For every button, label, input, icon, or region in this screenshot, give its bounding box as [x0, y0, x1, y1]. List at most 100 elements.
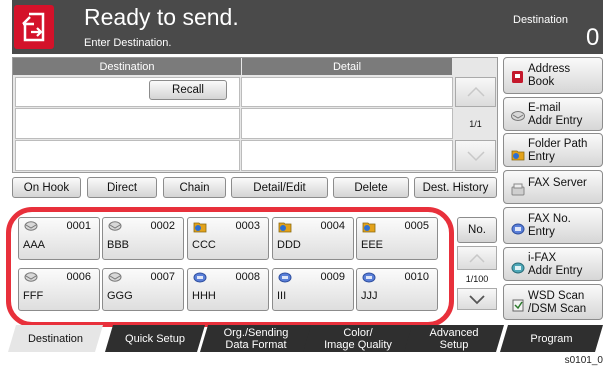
page-subtitle: Enter Destination. — [84, 37, 172, 49]
email-entry-label-line2: Addr Entry — [528, 115, 583, 127]
fax-icon — [511, 223, 525, 235]
one-touch-key-number: 0010 — [404, 271, 429, 283]
one-touch-key[interactable]: 0008 HHH — [187, 268, 269, 311]
address-book-button[interactable]: Address Book — [503, 57, 603, 94]
column-header-destination: Destination — [13, 58, 241, 75]
tab-quick-setup[interactable]: Quick Setup — [105, 325, 205, 352]
table-row-detail[interactable] — [241, 77, 453, 107]
chevron-down-icon — [469, 294, 485, 304]
wsd-scan-label-line1: WSD Scan — [528, 290, 585, 302]
one-touch-key-number: 0004 — [320, 220, 345, 232]
email-entry-label-line1: E-mail — [528, 102, 561, 114]
fax-icon — [193, 272, 207, 286]
ifax-label-line1: i-FAX — [528, 252, 557, 264]
table-page-indicator: 1/1 — [469, 118, 482, 129]
one-touch-key-number: 0002 — [150, 220, 175, 232]
one-touch-key-number: 0005 — [404, 220, 429, 232]
one-touch-key-number: 0001 — [66, 220, 91, 232]
one-touch-key-name: AAA — [23, 239, 46, 251]
email-icon — [24, 272, 38, 285]
onetouch-scroll-down-button[interactable] — [457, 288, 497, 310]
table-row-detail[interactable] — [241, 140, 453, 171]
address-book-label-line1: Address — [528, 63, 571, 75]
one-touch-key-name: BBB — [107, 239, 130, 251]
tab-org-sending-data-format[interactable]: Org./Sending Data Format — [200, 325, 312, 352]
destination-table: Destination Detail Recall 1/1 — [12, 57, 498, 173]
one-touch-key[interactable]: 0007 GGG — [102, 268, 184, 311]
fax-number-label-line1: FAX No. — [528, 213, 571, 225]
onetouch-scroll-up-button[interactable] — [457, 246, 497, 270]
ifax-label-line2: Addr Entry — [528, 265, 583, 277]
figure-id: s0101_0 — [564, 355, 603, 366]
folder-icon — [362, 221, 376, 236]
one-touch-key-number: 0007 — [150, 271, 175, 283]
one-touch-key-number: 0008 — [235, 271, 260, 283]
chevron-down-icon — [466, 150, 485, 161]
send-icon — [22, 12, 45, 42]
email-icon — [108, 221, 122, 234]
chevron-up-icon — [469, 253, 485, 263]
one-touch-key[interactable]: 0003 CCC — [187, 217, 269, 260]
wsd-scan-icon — [512, 299, 524, 312]
one-touch-key[interactable]: 0005 EEE — [356, 217, 438, 260]
folder-path-label-line1: Folder Path — [528, 138, 588, 150]
fax-number-label-line2: Entry — [528, 226, 555, 238]
one-touch-key-name: III — [277, 290, 287, 302]
delete-button[interactable]: Delete — [333, 177, 409, 198]
recall-button[interactable]: Recall — [149, 80, 227, 100]
email-icon — [511, 111, 525, 121]
one-touch-key[interactable]: 0006 FFF — [18, 268, 100, 311]
ifax-entry-button[interactable]: i-FAX Addr Entry — [503, 247, 603, 281]
one-touch-key-name: HHH — [192, 290, 216, 302]
chevron-up-icon — [466, 86, 485, 97]
fax-icon — [278, 272, 292, 286]
table-scroll-up-button[interactable] — [455, 77, 496, 107]
one-touch-key-name: CCC — [192, 239, 216, 251]
one-touch-key[interactable]: 0001 AAA — [18, 217, 100, 260]
one-touch-key-number: 0006 — [66, 271, 91, 283]
tab-color-image-quality[interactable]: Color/ Image Quality — [303, 325, 413, 352]
fax-icon — [362, 272, 376, 286]
fax-number-entry-button[interactable]: FAX No. Entry — [503, 207, 603, 244]
destination-count: 0 — [586, 24, 600, 51]
one-touch-key-name: FFF — [23, 290, 44, 302]
wsd-scan-label-line2: /DSM Scan — [528, 303, 587, 315]
email-entry-button[interactable]: E-mail Addr Entry — [503, 97, 603, 131]
number-button[interactable]: No. — [457, 217, 497, 243]
onetouch-page-indicator: 1/100 — [465, 274, 489, 284]
tab-program[interactable]: Program — [500, 325, 603, 352]
table-row-detail[interactable] — [241, 108, 453, 139]
ifax-icon — [511, 262, 525, 274]
one-touch-key-number: 0003 — [235, 220, 260, 232]
one-touch-key-name: DDD — [277, 239, 301, 251]
folder-icon — [511, 150, 525, 161]
page-title: Ready to send. — [84, 4, 239, 30]
folder-path-label-line2: Entry — [528, 151, 555, 163]
folder-icon — [278, 221, 292, 236]
folder-path-entry-button[interactable]: Folder Path Entry — [503, 133, 603, 167]
detail-edit-button[interactable]: Detail/Edit — [231, 177, 328, 198]
tab-advanced-setup[interactable]: Advanced Setup — [404, 325, 504, 352]
send-home-button[interactable] — [14, 5, 54, 49]
one-touch-key-number: 0009 — [320, 271, 345, 283]
table-row-destination[interactable] — [15, 140, 240, 171]
fax-server-label: FAX Server — [528, 177, 587, 189]
one-touch-key[interactable]: 0009 III — [272, 268, 354, 311]
destination-count-label: Destination — [513, 14, 569, 26]
tab-destination[interactable]: Destination — [8, 325, 103, 352]
wsd-scan-button[interactable]: WSD Scan /DSM Scan — [503, 284, 603, 320]
direct-button[interactable]: Direct — [87, 177, 157, 198]
on-hook-button[interactable]: On Hook — [12, 177, 81, 198]
table-scroll-down-button[interactable] — [455, 140, 496, 171]
address-book-icon — [512, 71, 523, 83]
address-book-label-line2: Book — [528, 76, 555, 88]
fax-server-button[interactable]: FAX Server — [503, 170, 603, 204]
one-touch-key[interactable]: 0010 JJJ — [356, 268, 438, 311]
one-touch-key[interactable]: 0004 DDD — [272, 217, 354, 260]
one-touch-key-name: JJJ — [361, 290, 378, 302]
dest-history-button[interactable]: Dest. History — [414, 177, 497, 198]
folder-icon — [193, 221, 207, 236]
chain-button[interactable]: Chain — [163, 177, 226, 198]
table-row-destination[interactable] — [15, 108, 240, 139]
one-touch-key[interactable]: 0002 BBB — [102, 217, 184, 260]
